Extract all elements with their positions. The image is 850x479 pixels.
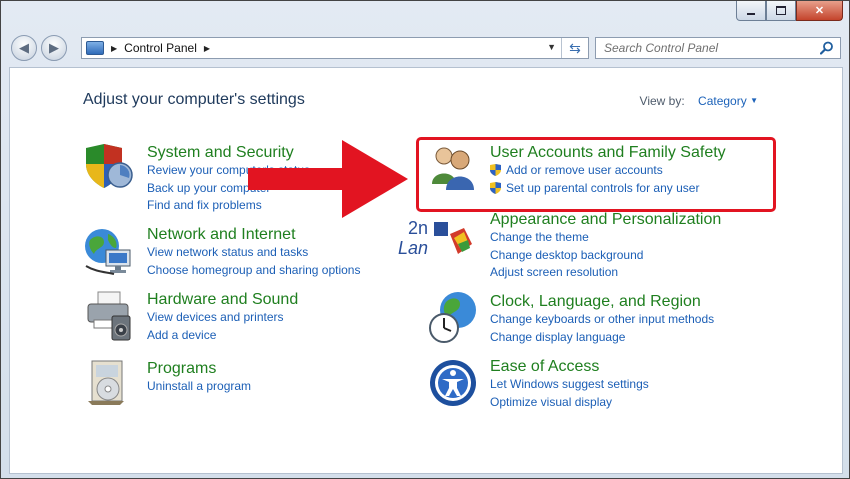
close-icon: ✕ [814,5,825,17]
view-by: View by: Category ▼ [640,94,758,108]
search-icon[interactable] [820,41,834,55]
network-internet-title[interactable]: Network and Internet [147,226,360,244]
page-title: Adjust your computer's settings [83,91,305,108]
back-button[interactable]: ◀ [11,35,37,61]
forward-button[interactable]: ▶ [41,35,67,61]
category-hardware-sound: Hardware and Sound View devices and prin… [147,291,298,344]
window: ✕ ◀ ▶ ▶ Control Panel ▶ ▼ ⇆ Adjust your … [0,0,850,479]
svg-text:2n: 2n [408,218,428,238]
watermark-logo: 2n Lan [398,218,472,258]
network-internet-icon [85,229,131,275]
ease-of-access-icon [430,360,476,406]
minimize-icon [747,12,755,15]
hardware-sound-icon [87,291,131,341]
change-theme-link[interactable]: Change the theme [490,229,721,247]
change-keyboards-link[interactable]: Change keyboards or other input methods [490,311,714,329]
control-panel-icon [86,41,104,55]
suggest-settings-link[interactable]: Let Windows suggest settings [490,376,649,394]
refresh-icon: ⇆ [569,39,581,56]
programs-title[interactable]: Programs [147,360,251,378]
breadcrumb-control-panel[interactable]: Control Panel [124,41,197,55]
breadcrumb-chevron-icon[interactable]: ▶ [204,44,210,53]
view-by-label: View by: [639,94,685,108]
refresh-button[interactable]: ⇆ [561,38,588,58]
view-devices-printers-link[interactable]: View devices and printers [147,309,298,327]
ease-of-access-title[interactable]: Ease of Access [490,358,649,376]
search-box[interactable] [595,37,841,59]
change-display-language-link[interactable]: Change display language [490,329,714,347]
close-button[interactable]: ✕ [796,1,843,21]
clock-region-title[interactable]: Clock, Language, and Region [490,293,714,311]
view-network-status-link[interactable]: View network status and tasks [147,244,360,262]
category-appearance: Appearance and Personalization Change th… [490,211,721,282]
window-controls: ✕ [736,1,843,21]
appearance-title[interactable]: Appearance and Personalization [490,211,721,229]
clock-language-region-icon [429,292,476,343]
category-ease-of-access: Ease of Access Let Windows suggest setti… [490,358,649,411]
minimize-button[interactable] [736,1,766,21]
optimize-display-link[interactable]: Optimize visual display [490,394,649,412]
category-programs: Programs Uninstall a program [147,360,251,396]
programs-icon [88,360,124,405]
back-arrow-icon: ◀ [19,40,29,55]
address-dropdown-icon[interactable]: ▼ [547,42,556,52]
red-arrow-annotation [248,140,408,218]
add-device-link[interactable]: Add a device [147,327,298,345]
search-input[interactable] [602,40,816,56]
change-background-link[interactable]: Change desktop background [490,247,721,265]
breadcrumb-separator-icon: ▶ [111,43,118,53]
highlight-box [416,137,776,212]
maximize-button[interactable] [766,1,796,21]
chevron-down-icon: ▼ [750,96,758,105]
view-by-dropdown[interactable]: Category ▼ [698,94,758,108]
category-clock-region: Clock, Language, and Region Change keybo… [490,293,714,346]
uninstall-program-link[interactable]: Uninstall a program [147,378,251,396]
adjust-resolution-link[interactable]: Adjust screen resolution [490,264,721,282]
homegroup-sharing-link[interactable]: Choose homegroup and sharing options [147,262,360,280]
content-pane: Adjust your computer's settings View by:… [9,67,843,474]
category-network-internet: Network and Internet View network status… [147,226,360,279]
maximize-icon [776,6,786,15]
hardware-sound-title[interactable]: Hardware and Sound [147,291,298,309]
forward-arrow-icon: ▶ [49,40,59,55]
system-security-icon [86,144,133,188]
svg-text:Lan: Lan [398,238,428,258]
address-bar[interactable]: ▶ Control Panel ▶ ▼ ⇆ [81,37,589,59]
